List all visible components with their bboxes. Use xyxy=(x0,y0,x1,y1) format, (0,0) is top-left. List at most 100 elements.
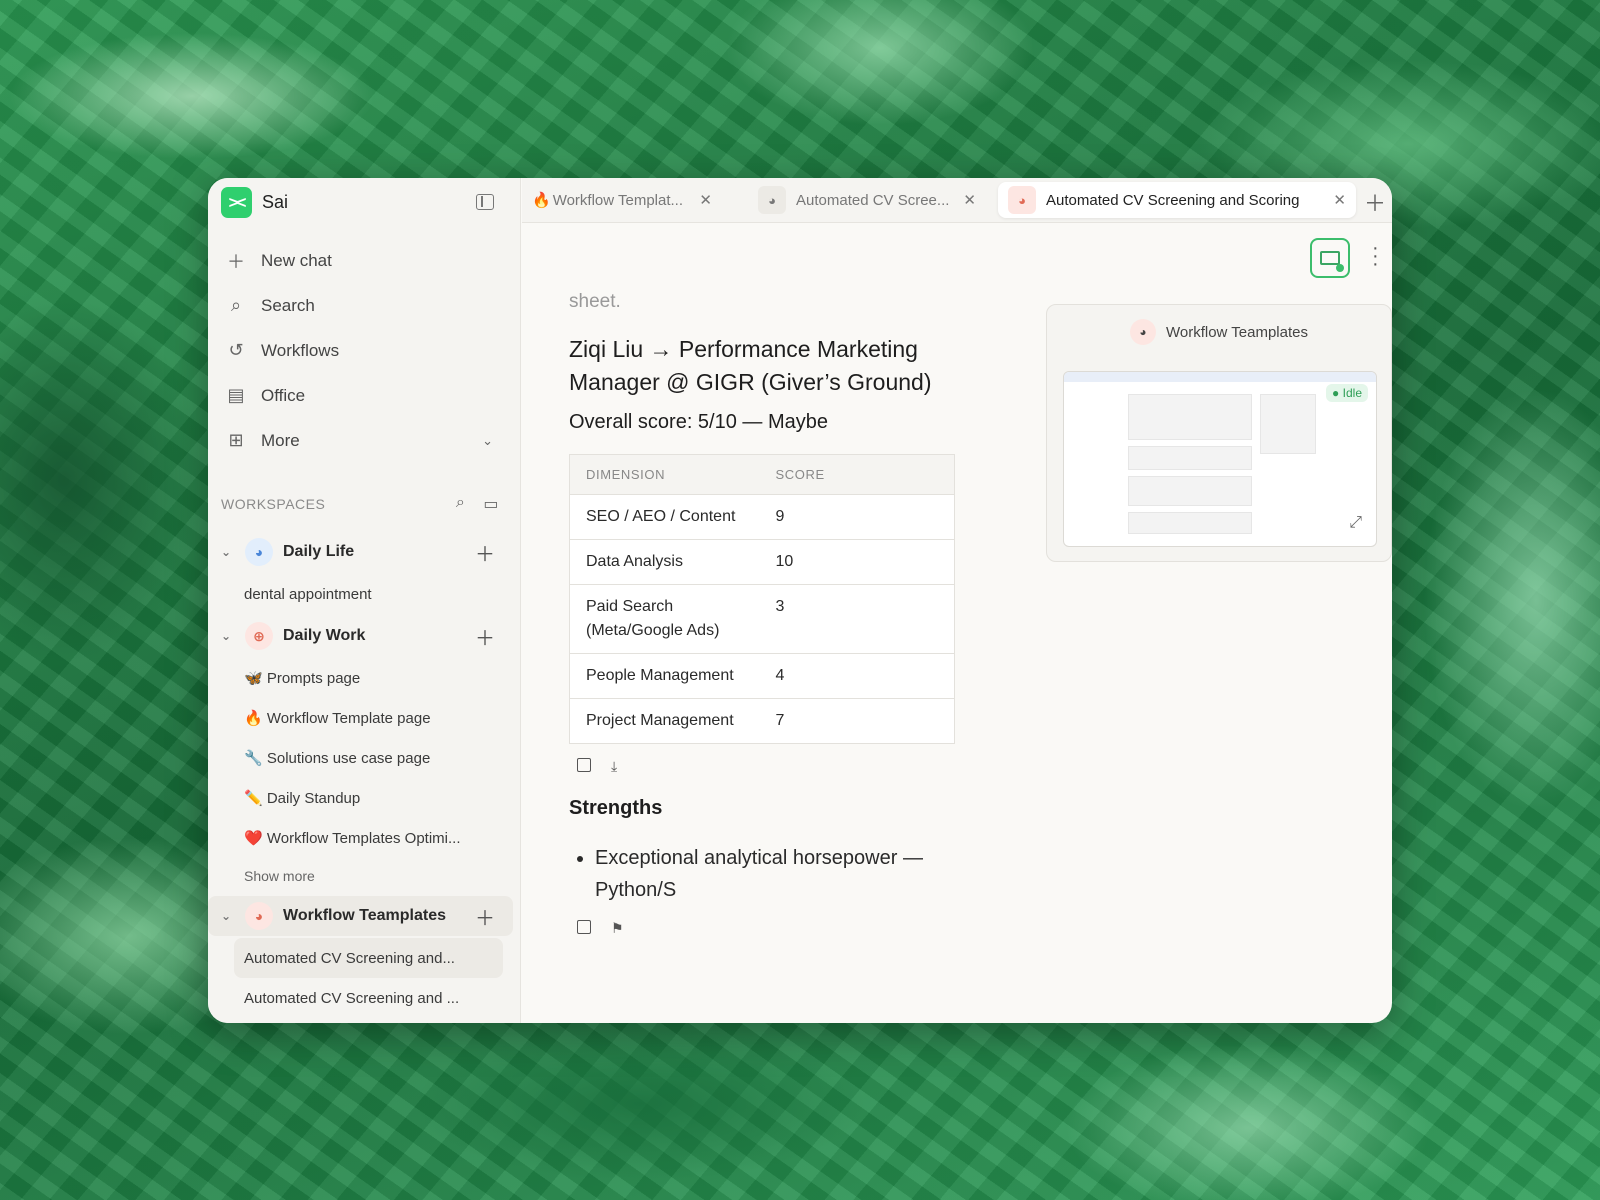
workspaces-label: WORKSPACES xyxy=(221,496,326,512)
table-cell: 10 xyxy=(759,539,955,585)
bear-icon: ◕ xyxy=(1008,186,1036,214)
strengths-heading: Strengths xyxy=(569,797,663,819)
table-cell: Project Management xyxy=(569,698,760,744)
status-dot xyxy=(1336,264,1344,272)
brand[interactable]: >< Sai xyxy=(221,187,288,218)
nav-new-chat[interactable]: ＋ New chat xyxy=(208,238,521,283)
nav-label: Workflows xyxy=(261,340,340,360)
chat-content: sheet. Ziqi Liu → Performance Marketing … xyxy=(569,291,969,937)
overall-score: Overall score: 5/10 — Maybe xyxy=(569,411,828,433)
table-row: Project Management 7 xyxy=(569,698,955,744)
table-cell: 3 xyxy=(759,584,955,654)
plus-icon[interactable]: ＋ xyxy=(475,538,495,567)
table-row: Data Analysis 10 xyxy=(569,539,955,585)
flag-icon[interactable]: ⚑ xyxy=(611,920,624,937)
table-row: SEO / AEO / Content 9 xyxy=(569,494,955,540)
nav-label: More xyxy=(261,430,300,450)
more-options-icon[interactable]: · · · xyxy=(1372,238,1379,274)
list-item[interactable]: 🦋 Prompts page xyxy=(234,658,503,698)
devices-icon[interactable]: ▭ xyxy=(483,494,499,514)
chevron-down-icon[interactable]: ⌄ xyxy=(221,545,239,559)
table-cell: People Management xyxy=(569,653,760,699)
list-item[interactable]: ❤️ Workflow Templates Optimi... xyxy=(234,818,503,858)
nav-label: Office xyxy=(261,385,306,405)
fire-icon: 🔥 xyxy=(532,192,551,209)
table-cell: Paid Search (Meta/Google Ads) xyxy=(569,584,760,654)
workspace-name: Workflow Teamplates xyxy=(283,907,446,924)
table-cell: Data Analysis xyxy=(569,539,760,585)
workspace-workflow-teamplates[interactable]: ⌄ ◕ Workflow Teamplates ＋ xyxy=(208,896,513,936)
nav-search[interactable]: ⌕ Search xyxy=(208,283,521,328)
tab-cv-screening-2[interactable]: ◕ Automated CV Screening and Scoring ✕ xyxy=(998,182,1356,218)
brand-name: Sai xyxy=(262,192,289,212)
download-icon[interactable]: ⤓ xyxy=(611,758,617,775)
faded-text: sheet. xyxy=(569,291,621,312)
monitor-icon xyxy=(1320,251,1340,265)
close-icon[interactable]: ✕ xyxy=(963,191,976,209)
workspace-daily-work[interactable]: ⌄ ⊕ Daily Work ＋ xyxy=(208,616,513,656)
candidate-title: Ziqi Liu → Performance Marketing Manager… xyxy=(569,336,932,395)
workspace-name: Daily Life xyxy=(283,543,355,560)
table-cell: 4 xyxy=(759,653,955,699)
table-actions: ⤓ xyxy=(569,758,969,775)
workspaces-header: WORKSPACES ⌕ ▭ xyxy=(221,494,511,516)
bear-icon: ◕ xyxy=(758,186,786,214)
nav-workflows[interactable]: ↺ Workflows xyxy=(208,328,521,373)
screen-share-button[interactable] xyxy=(1310,238,1350,278)
list-item[interactable]: dental appointment xyxy=(234,574,503,614)
message-actions: ⚑ xyxy=(569,920,969,937)
tab-workflow-templates[interactable]: 🔥 Workflow Templat... ✕ xyxy=(522,182,722,218)
grid-icon: ⊞ xyxy=(228,430,244,450)
table-row: People Management 4 xyxy=(569,653,955,699)
close-icon[interactable]: ✕ xyxy=(699,191,712,209)
chevron-down-icon[interactable]: ⌄ xyxy=(221,629,239,643)
nav-more[interactable]: ⊞ More ⌄ xyxy=(208,418,521,463)
copy-icon[interactable] xyxy=(577,920,591,934)
plus-icon: ＋ xyxy=(227,251,245,272)
search-icon[interactable]: ⌕ xyxy=(456,494,465,514)
thumbnail-block xyxy=(1128,512,1252,534)
preview-title: Workflow Teamplates xyxy=(1165,323,1308,341)
workspace-daily-life[interactable]: ⌄ ◕ Daily Life ＋ xyxy=(208,532,513,572)
list-item[interactable]: Automated CV Screening and... xyxy=(234,938,503,978)
thumbnail-block xyxy=(1128,394,1252,440)
tab-label: Automated CV Screening and Scoring xyxy=(1046,191,1300,209)
thumbnail-block xyxy=(1260,394,1316,454)
building-icon: ▤ xyxy=(227,385,245,405)
table-header: SCORE xyxy=(759,454,955,495)
sidebar: >< Sai ＋ New chat ⌕ Search ↺ Workflows ▤… xyxy=(208,178,521,1023)
tab-label: Workflow Templat... xyxy=(552,191,684,209)
list-item[interactable]: ✏️ Daily Standup xyxy=(234,778,503,818)
table-cell: SEO / AEO / Content xyxy=(569,494,760,540)
list-item[interactable]: 🔥 Workflow Template page xyxy=(234,698,503,738)
preview-thumbnail[interactable]: ● Idle ⤢ xyxy=(1063,371,1377,547)
close-icon[interactable]: ✕ xyxy=(1333,191,1346,209)
app-window: >< Sai ＋ New chat ⌕ Search ↺ Workflows ▤… xyxy=(208,178,1392,1023)
sai-logo-icon: >< xyxy=(221,187,252,218)
list-item[interactable]: 🔧 Solutions use case page xyxy=(234,738,503,778)
nav-label: New chat xyxy=(261,250,332,270)
table-row: Paid Search (Meta/Google Ads) 3 xyxy=(569,584,955,654)
score-table: DIMENSION SCORE SEO / AEO / Content 9 Da… xyxy=(569,454,955,744)
search-icon: ⌕ xyxy=(230,295,242,315)
bear-icon: ◕ xyxy=(245,902,273,930)
nav-office[interactable]: ▤ Office xyxy=(208,373,521,418)
thumbnail-block xyxy=(1128,476,1252,506)
history-icon: ↺ xyxy=(228,340,244,360)
copy-icon[interactable] xyxy=(577,758,591,772)
plus-icon[interactable]: ＋ xyxy=(475,902,495,931)
collapse-sidebar-icon[interactable] xyxy=(476,194,494,210)
workflow-preview-card[interactable]: ◕ Workflow Teamplates ● Idle ⤢ xyxy=(1046,304,1392,562)
chevron-down-icon[interactable]: ⌄ xyxy=(221,909,239,923)
strengths-list: Exceptional analytical horsepower — Pyth… xyxy=(569,842,969,906)
preview-header: ◕ Workflow Teamplates xyxy=(1047,319,1391,345)
tab-cv-screening-1[interactable]: ◕ Automated CV Scree... ✕ xyxy=(748,182,986,218)
chevron-down-icon: ⌄ xyxy=(482,432,493,448)
expand-icon[interactable]: ⤢ xyxy=(1349,514,1362,532)
plus-icon[interactable]: ＋ xyxy=(475,622,495,651)
list-item[interactable]: Automated CV Screening and ... xyxy=(234,978,503,1018)
show-more-link[interactable]: Show more xyxy=(234,858,503,894)
table-header: DIMENSION xyxy=(569,454,760,495)
new-tab-button[interactable]: ＋ xyxy=(1364,186,1386,218)
tab-bar: 🔥 Workflow Templat... ✕ ◕ Automated CV S… xyxy=(522,178,1392,223)
